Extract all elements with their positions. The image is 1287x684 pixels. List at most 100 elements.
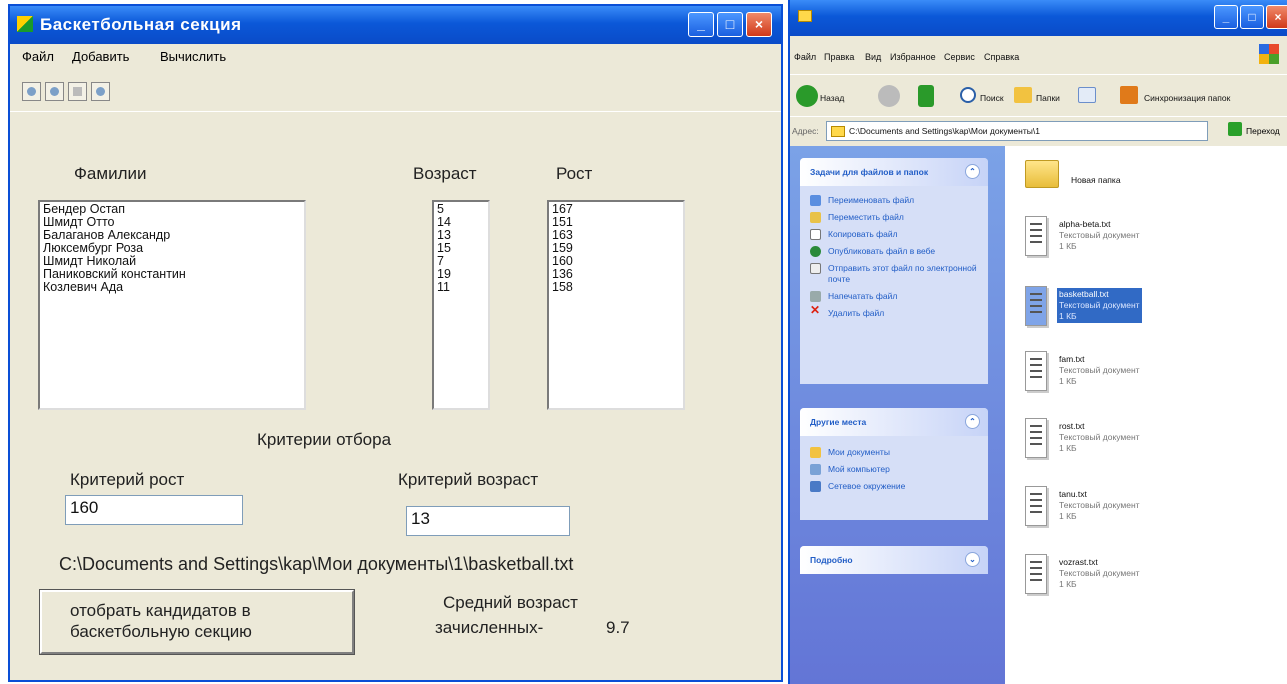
menu-favorites[interactable]: Избранное bbox=[890, 52, 936, 62]
email-icon bbox=[810, 263, 821, 274]
task-rename[interactable]: Переименовать файл bbox=[800, 192, 988, 209]
task-publish[interactable]: Опубликовать файл в вебе bbox=[800, 243, 988, 260]
task-print[interactable]: Напечатать файл bbox=[800, 288, 988, 305]
task-label: Отправить этот файл по электронной почте bbox=[828, 263, 977, 284]
file-type: Текстовый документ bbox=[1059, 365, 1140, 375]
folders-button[interactable]: Папки bbox=[1036, 93, 1060, 103]
folder-icon bbox=[831, 126, 845, 137]
address-input[interactable]: C:\Documents and Settings\kap\Мои докуме… bbox=[826, 121, 1208, 141]
file-name: rost.txt bbox=[1059, 421, 1085, 431]
close-button[interactable]: × bbox=[1266, 5, 1287, 29]
views-icon[interactable] bbox=[1078, 87, 1096, 103]
list-item[interactable]: 158 bbox=[552, 281, 680, 294]
copy-icon bbox=[810, 229, 821, 240]
go-arrow-icon[interactable] bbox=[1228, 122, 1242, 136]
collapse-icon[interactable]: ⌃ bbox=[965, 164, 980, 179]
task-move[interactable]: Переместить файл bbox=[800, 209, 988, 226]
place-network[interactable]: Сетевое окружение bbox=[800, 478, 988, 495]
file-item[interactable]: rost.txt Текстовый документ 1 КБ bbox=[1025, 418, 1235, 478]
help-icon[interactable] bbox=[91, 82, 110, 101]
list-item[interactable]: Козлевич Ада bbox=[43, 281, 301, 294]
search-icon[interactable] bbox=[960, 87, 976, 103]
go-button[interactable]: Переход bbox=[1246, 126, 1280, 136]
move-icon bbox=[810, 212, 821, 223]
file-item[interactable]: fam.txt Текстовый документ 1 КБ bbox=[1025, 351, 1235, 411]
height-label: Рост bbox=[556, 164, 593, 183]
menu-edit[interactable]: Правка bbox=[824, 52, 854, 62]
folder-item[interactable]: Новая папка bbox=[1025, 160, 1235, 220]
search-button[interactable]: Поиск bbox=[980, 93, 1004, 103]
file-info: fam.txt Текстовый документ 1 КБ bbox=[1057, 353, 1142, 388]
save-icon[interactable] bbox=[45, 82, 64, 101]
heights-listbox[interactable]: 167 151 163 159 160 136 158 bbox=[547, 200, 685, 410]
menu-help[interactable]: Справка bbox=[984, 52, 1019, 62]
table-icon[interactable] bbox=[68, 82, 87, 101]
file-item[interactable]: tanu.txt Текстовый документ 1 КБ bbox=[1025, 486, 1235, 546]
menu-calculate[interactable]: Вычислить bbox=[160, 49, 226, 64]
forward-arrow-icon[interactable] bbox=[878, 85, 900, 107]
file-item[interactable]: vozrast.txt Текстовый документ 1 КБ bbox=[1025, 554, 1235, 614]
age-criterion-input[interactable]: 13 bbox=[406, 506, 570, 536]
file-size: 1 КБ bbox=[1059, 511, 1077, 521]
menu-bar: Файл Добавить Вычислить bbox=[10, 44, 781, 68]
place-my-documents[interactable]: Мои документы bbox=[800, 444, 988, 461]
task-label: Копировать файл bbox=[828, 229, 898, 239]
menu-add[interactable]: Добавить bbox=[72, 49, 129, 64]
file-type: Текстовый документ bbox=[1059, 568, 1140, 578]
menu-view[interactable]: Вид bbox=[865, 52, 881, 62]
maximize-button[interactable]: □ bbox=[717, 12, 743, 37]
file-path-label: C:\Documents and Settings\kap\Мои докуме… bbox=[59, 554, 574, 574]
back-arrow-icon[interactable] bbox=[796, 85, 818, 107]
windows-logo-icon bbox=[1259, 44, 1279, 64]
task-copy[interactable]: Копировать файл bbox=[800, 226, 988, 243]
file-item-selected[interactable]: basketball.txt Текстовый документ 1 КБ bbox=[1025, 286, 1235, 346]
back-button[interactable]: Назад bbox=[820, 93, 844, 103]
toolbar bbox=[10, 70, 781, 112]
task-email[interactable]: Отправить этот файл по электронной почте bbox=[800, 260, 988, 288]
folders-icon[interactable] bbox=[1014, 87, 1032, 103]
panel-title: Другие места bbox=[810, 417, 867, 427]
task-delete[interactable]: ✕ Удалить файл bbox=[800, 304, 988, 322]
select-candidates-button[interactable]: отобрать кандидатов в баскетбольную секц… bbox=[39, 589, 355, 655]
printer-icon bbox=[810, 291, 821, 302]
text-file-icon bbox=[1025, 418, 1047, 458]
ages-listbox[interactable]: 5 14 13 15 7 19 11 bbox=[432, 200, 490, 410]
place-my-computer[interactable]: Мой компьютер bbox=[800, 461, 988, 478]
sync-folders-button[interactable]: Синхронизация папок bbox=[1144, 93, 1230, 103]
globe-icon bbox=[810, 246, 821, 257]
file-tasks-header[interactable]: Задачи для файлов и папок ⌃ bbox=[800, 158, 988, 186]
close-button[interactable]: × bbox=[746, 12, 772, 37]
minimize-button[interactable]: _ bbox=[688, 12, 714, 37]
file-type: Текстовый документ bbox=[1059, 230, 1140, 240]
menu-file[interactable]: Файл bbox=[794, 52, 816, 62]
collapse-icon[interactable]: ⌃ bbox=[965, 414, 980, 429]
file-info: basketball.txt Текстовый документ 1 КБ bbox=[1057, 288, 1142, 323]
text-file-icon bbox=[1025, 486, 1047, 526]
details-header[interactable]: Подробно ⌄ bbox=[800, 546, 988, 574]
title-bar[interactable]: Баскетбольная секция _ □ × bbox=[10, 6, 781, 44]
file-info: rost.txt Текстовый документ 1 КБ bbox=[1057, 420, 1142, 455]
file-item[interactable]: alpha-beta.txt Текстовый документ 1 КБ bbox=[1025, 216, 1235, 276]
sync-icon[interactable] bbox=[1120, 86, 1138, 104]
task-label: Удалить файл bbox=[828, 308, 885, 318]
address-label: Адрес: bbox=[792, 126, 819, 136]
minimize-button[interactable]: _ bbox=[1214, 5, 1238, 29]
text-file-icon bbox=[1025, 216, 1047, 256]
age-label: Возраст bbox=[413, 164, 477, 183]
menu-file[interactable]: Файл bbox=[22, 49, 54, 64]
file-name: alpha-beta.txt bbox=[1059, 219, 1111, 229]
open-icon[interactable] bbox=[22, 82, 41, 101]
list-item[interactable]: 11 bbox=[437, 281, 485, 294]
up-folder-icon[interactable] bbox=[918, 85, 934, 107]
desktop: Баскетбольная секция _ □ × Файл Добавить… bbox=[0, 0, 1287, 684]
menu-tools[interactable]: Сервис bbox=[944, 52, 975, 62]
expand-icon[interactable]: ⌄ bbox=[965, 552, 980, 567]
height-criterion-input[interactable]: 160 bbox=[65, 495, 243, 525]
other-places-header[interactable]: Другие места ⌃ bbox=[800, 408, 988, 436]
surnames-listbox[interactable]: Бендер Остап Шмидт Отто Балаганов Алекса… bbox=[38, 200, 306, 410]
task-label: Опубликовать файл в вебе bbox=[828, 246, 936, 256]
file-tasks-panel: Задачи для файлов и папок ⌃ Переименовать… bbox=[800, 158, 988, 384]
maximize-button[interactable]: □ bbox=[1240, 5, 1264, 29]
explorer-title-bar[interactable]: _ □ × bbox=[790, 0, 1287, 36]
list-item[interactable]: 15 bbox=[437, 242, 485, 255]
